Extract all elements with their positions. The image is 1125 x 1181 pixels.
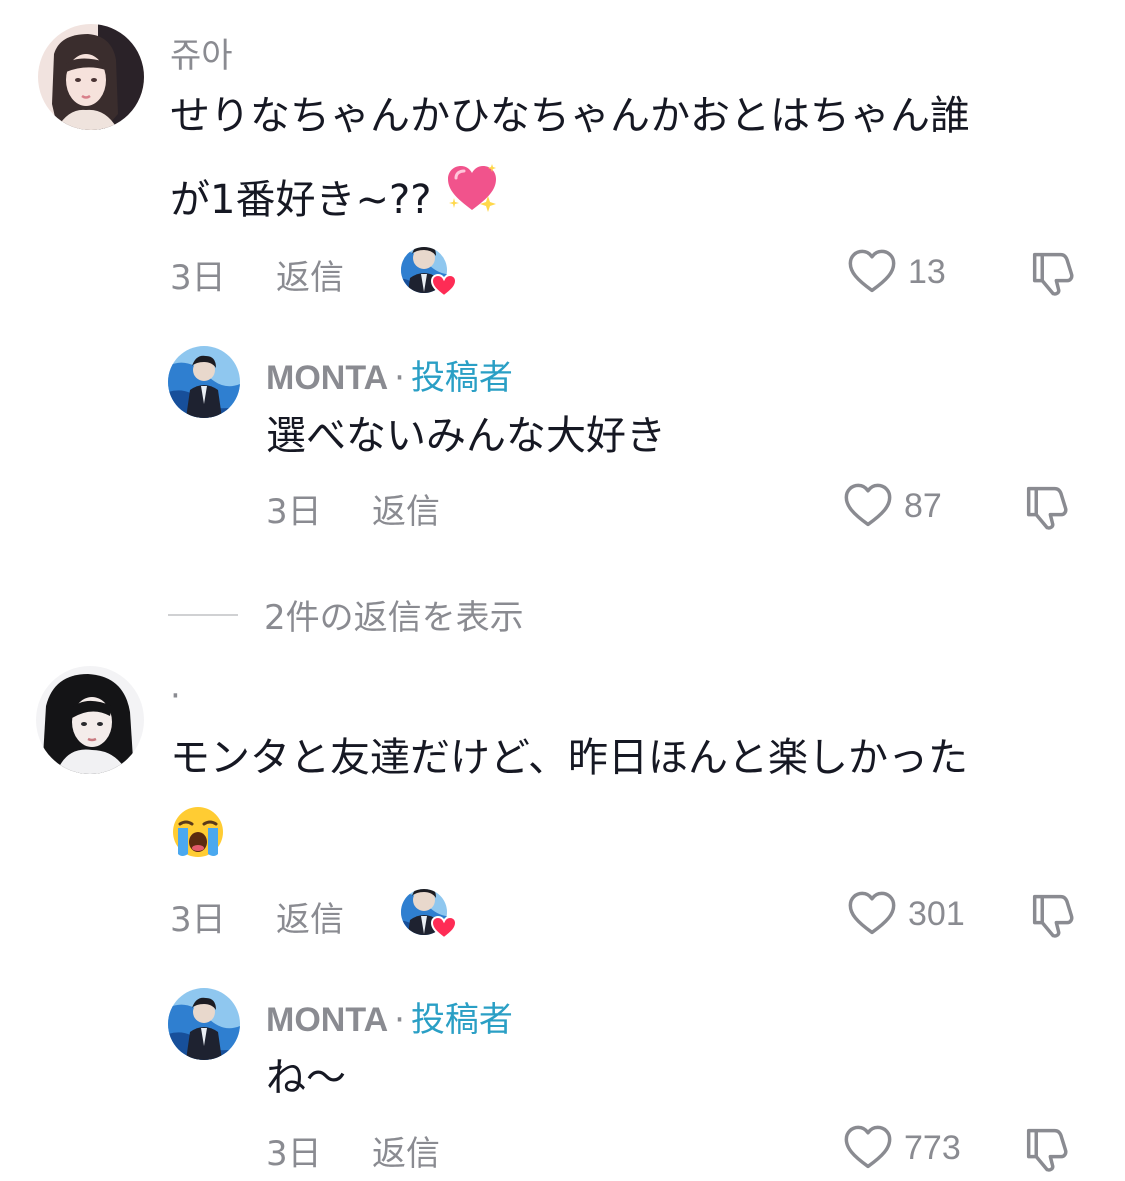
comment-text: モンタと友達だけど、昨日ほんと楽しかった <box>170 716 968 800</box>
like-button[interactable]: 773 <box>842 1122 961 1174</box>
dislike-button[interactable] <box>1020 480 1072 536</box>
creator-liked-badge <box>400 246 458 300</box>
reply-time: 3日 <box>266 492 322 532</box>
reply-username-row: MONTA · 投稿者 <box>266 992 513 1041</box>
comment-text-line: せりなちゃんかひなちゃんかおとはちゃん誰 <box>170 93 970 139</box>
comment-username[interactable]: 쥬아 <box>170 28 233 77</box>
thumbs-down-icon <box>1026 888 1078 940</box>
heart-icon <box>846 246 898 298</box>
like-button[interactable]: 301 <box>846 888 965 940</box>
comment-time: 3日 <box>170 258 226 298</box>
like-count: 301 <box>908 894 965 933</box>
avatar[interactable] <box>38 24 144 130</box>
like-button[interactable]: 87 <box>842 480 942 532</box>
avatar[interactable] <box>168 988 240 1060</box>
dislike-button[interactable] <box>1020 1122 1072 1178</box>
reply-username[interactable]: MONTA <box>266 359 388 397</box>
reply-text: ね〜 <box>266 1055 346 1101</box>
like-count: 87 <box>904 486 942 525</box>
heart-icon <box>842 480 894 532</box>
reply-time: 3日 <box>266 1134 322 1174</box>
comment-text: せりなちゃんかひなちゃんかおとはちゃん誰 <box>170 74 970 158</box>
divider-line <box>168 613 238 616</box>
creator-tag: 投稿者 <box>410 358 513 398</box>
sparkling-heart-emoji <box>444 160 500 245</box>
reply-username-row: MONTA · 投稿者 <box>266 350 513 399</box>
reply-button[interactable]: 返信 <box>276 250 344 299</box>
avatar[interactable] <box>36 666 144 774</box>
comment-text: が1番好き~?? <box>170 158 500 245</box>
view-replies-button[interactable]: 2件の返信を表示 <box>168 590 524 639</box>
reply-button[interactable]: 返信 <box>372 484 440 533</box>
creator-liked-badge <box>400 888 458 942</box>
reply-button[interactable]: 返信 <box>276 892 344 941</box>
creator-tag: 投稿者 <box>410 1000 513 1040</box>
thumbs-down-icon <box>1026 246 1078 298</box>
like-count: 13 <box>908 252 946 291</box>
view-replies-label: 2件の返信を表示 <box>264 598 524 638</box>
comment-text-line: モンタと友達だけど、昨日ほんと楽しかった <box>170 735 968 781</box>
loudly-crying-face-emoji <box>170 804 226 889</box>
dislike-button[interactable] <box>1026 888 1078 944</box>
like-count: 773 <box>904 1128 961 1167</box>
comment-username[interactable]: · <box>170 676 181 716</box>
separator: · <box>394 1000 405 1040</box>
comment-time: 3日 <box>170 900 226 940</box>
comment-text <box>170 802 226 889</box>
heart-icon <box>846 888 898 940</box>
separator: · <box>394 358 405 398</box>
comment-text-line: が1番好き~?? <box>170 177 432 223</box>
thumbs-down-icon <box>1020 1122 1072 1174</box>
heart-icon <box>842 1122 894 1174</box>
reply-text: 選べないみんな大好き <box>266 413 666 459</box>
avatar[interactable] <box>168 346 240 418</box>
reply-username[interactable]: MONTA <box>266 1001 388 1039</box>
reply-button[interactable]: 返信 <box>372 1126 440 1175</box>
thumbs-down-icon <box>1020 480 1072 532</box>
dislike-button[interactable] <box>1026 246 1078 302</box>
like-button[interactable]: 13 <box>846 246 946 298</box>
